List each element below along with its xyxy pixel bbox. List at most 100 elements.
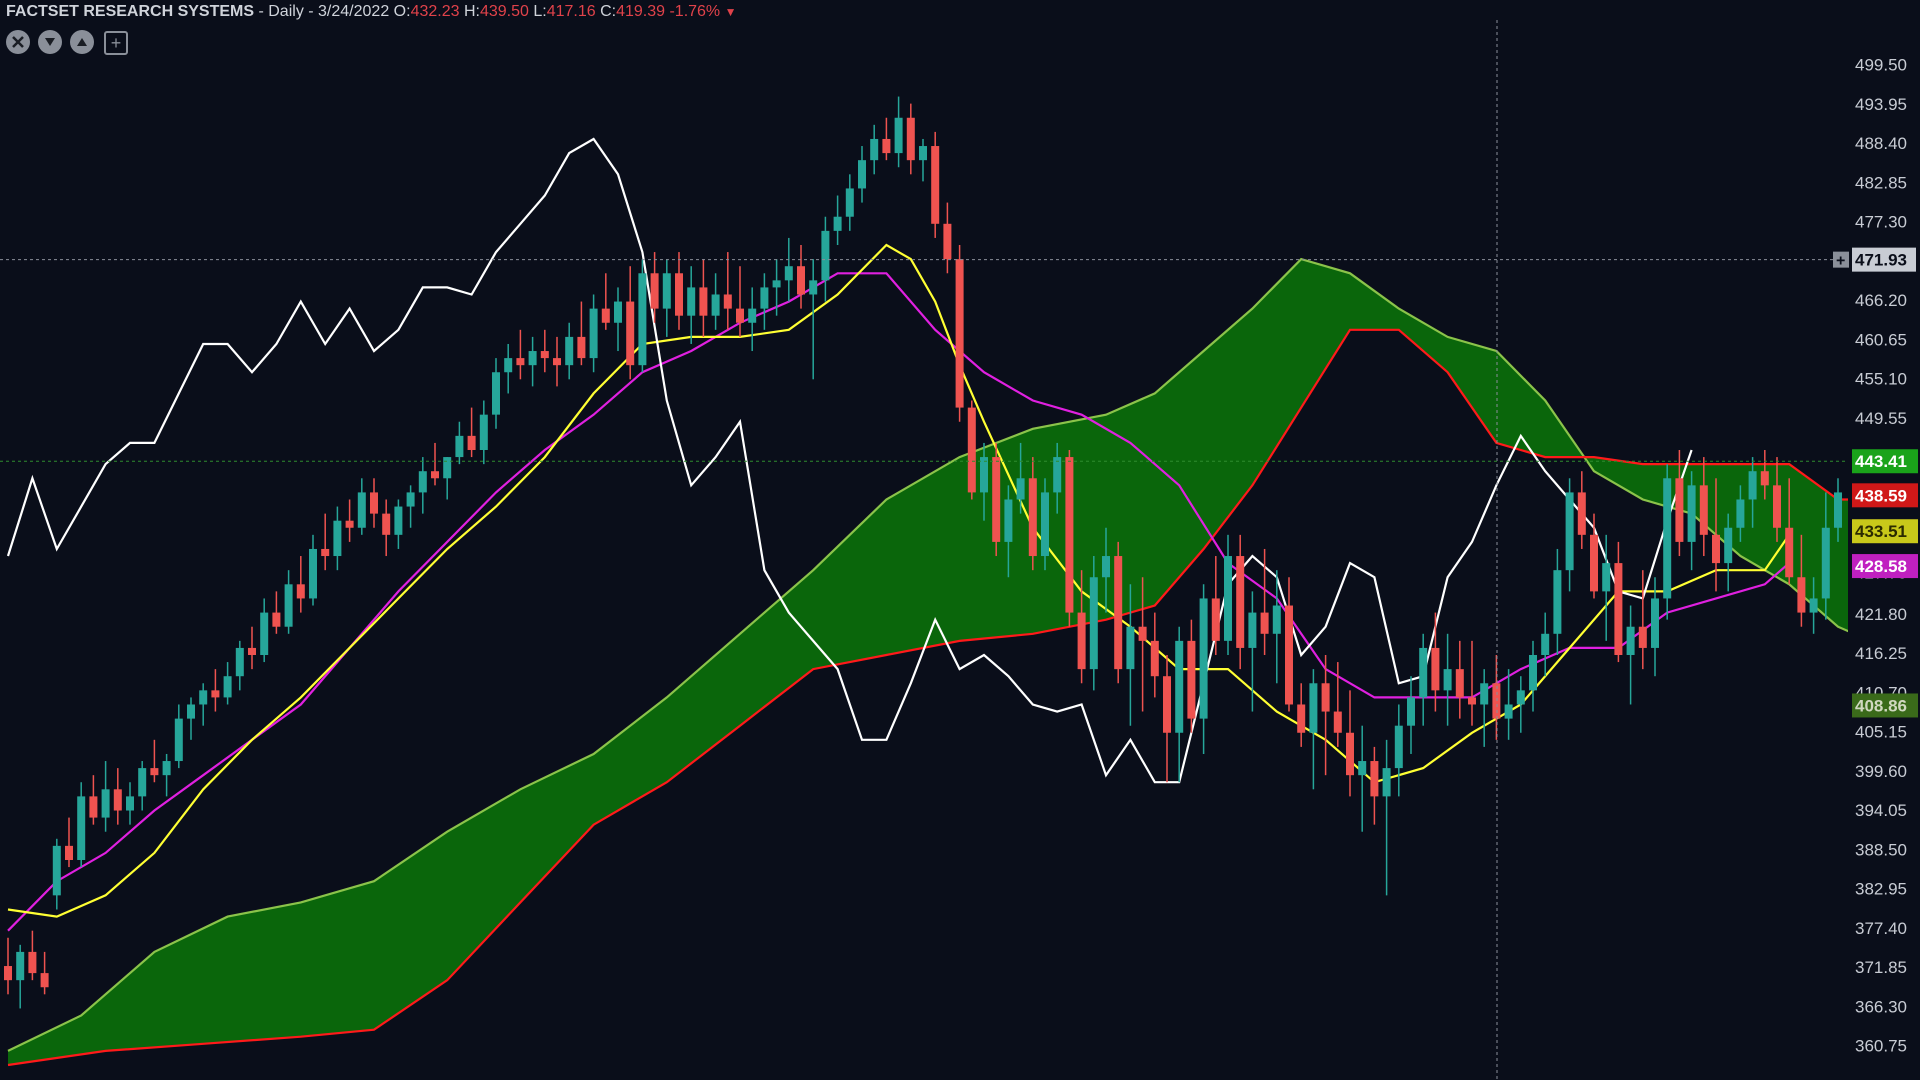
candle-body <box>577 336 586 359</box>
candle-body <box>77 796 86 860</box>
candle-body <box>1468 697 1476 705</box>
candle-body <box>1809 598 1818 613</box>
candle-body <box>931 146 940 224</box>
candle-body <box>723 294 732 309</box>
candle-body <box>1504 704 1513 719</box>
candle-body <box>1285 605 1293 705</box>
price-badge-label: 408.86 <box>1855 696 1907 715</box>
y-tick-label: 399.60 <box>1855 762 1907 781</box>
price-badge-label: 433.51 <box>1855 522 1907 541</box>
y-tick-label: 488.40 <box>1855 134 1907 153</box>
candle-body <box>40 973 49 988</box>
candle <box>1663 464 1672 620</box>
candle-body <box>394 506 403 535</box>
candle-body <box>1724 527 1733 564</box>
candle-body <box>1309 683 1318 733</box>
candle-body <box>211 690 220 698</box>
candle <box>638 259 647 373</box>
price-badge-label: 428.58 <box>1855 557 1907 576</box>
candle-body <box>894 117 903 154</box>
plus-icon[interactable]: + <box>104 31 128 55</box>
candle-body <box>1577 492 1586 535</box>
price-badge-label: 443.41 <box>1855 452 1907 471</box>
candle-body <box>89 796 98 818</box>
candle-body <box>1224 556 1232 641</box>
candle-body <box>28 951 37 974</box>
candle-body <box>870 138 879 161</box>
candle-body <box>370 492 378 514</box>
candle-body <box>1102 556 1110 578</box>
y-tick-label: 382.95 <box>1855 880 1907 899</box>
candle-body <box>760 287 769 309</box>
candle-body <box>955 259 964 408</box>
candle-body <box>1590 534 1598 592</box>
candle-body <box>150 768 159 776</box>
candle-body <box>662 273 671 309</box>
candle-body <box>1150 640 1159 677</box>
low-label: L: <box>528 3 547 20</box>
candle-body <box>1053 457 1062 493</box>
candle-body <box>992 457 1001 542</box>
high-value: 439.50 <box>479 3 529 20</box>
candle-body <box>1760 471 1769 486</box>
candle-body <box>1748 471 1757 500</box>
high-label: H: <box>459 3 480 20</box>
y-tick-label: 405.15 <box>1855 723 1907 742</box>
candle-body <box>272 612 281 627</box>
candle-body <box>943 223 952 260</box>
candle-body <box>1712 534 1720 564</box>
candle-body <box>199 690 208 705</box>
candle-body <box>1321 683 1330 712</box>
candle-body <box>516 358 525 366</box>
candle-body <box>1516 690 1525 705</box>
candle-body <box>1370 761 1379 797</box>
candle-body <box>1797 577 1806 613</box>
candle-body <box>1602 563 1611 592</box>
candle-body <box>1126 626 1135 670</box>
candle-body <box>589 308 598 359</box>
y-tick-label: 377.40 <box>1855 919 1907 938</box>
candle-body <box>235 647 244 677</box>
open-label: O: <box>389 3 411 20</box>
candle <box>992 442 1001 557</box>
y-tick-label: 460.65 <box>1855 330 1907 349</box>
y-tick-label: 394.05 <box>1855 801 1907 820</box>
candle-body <box>650 273 659 309</box>
y-tick-label: 388.50 <box>1855 840 1907 859</box>
candle-body <box>1382 768 1391 797</box>
candle-body <box>906 117 915 161</box>
candle-body <box>699 287 708 316</box>
candle <box>955 245 964 422</box>
candle-body <box>1016 478 1025 500</box>
candle-body <box>101 789 110 818</box>
candle-body <box>1529 655 1537 691</box>
arrow-down-icon[interactable] <box>38 30 62 54</box>
chart-info: - Daily - 3/24/2022 <box>254 3 390 20</box>
ichimoku-chart[interactable]: 499.50 493.95 488.40 482.85 477.30 466.20 460.… <box>0 0 1920 1080</box>
candle <box>1065 450 1074 627</box>
candle-body <box>65 845 73 860</box>
candle-body <box>1114 556 1123 670</box>
candle <box>931 131 940 238</box>
candle-body <box>113 789 122 811</box>
candle-body <box>1614 563 1623 655</box>
candle-body <box>382 513 391 535</box>
candle-body <box>833 216 842 231</box>
candle-body <box>260 612 269 655</box>
candle-body <box>406 492 415 507</box>
arrow-up-icon[interactable] <box>70 30 94 54</box>
candle-body <box>638 273 647 366</box>
chart-header: FACTSET RESEARCH SYSTEMS - Daily - 3/24/… <box>6 2 737 22</box>
candle-body <box>772 280 781 288</box>
candle-body <box>1553 570 1562 634</box>
candle-body <box>919 146 927 161</box>
candle-body <box>1272 605 1281 634</box>
candle-body <box>467 435 476 450</box>
change-arrow-icon: ▼ <box>724 5 737 19</box>
candle <box>967 400 976 500</box>
candle-body <box>711 294 720 316</box>
candle-body <box>1358 761 1367 776</box>
candle-body <box>614 301 622 323</box>
candle-body <box>309 548 317 599</box>
collapse-icon[interactable] <box>6 30 30 54</box>
